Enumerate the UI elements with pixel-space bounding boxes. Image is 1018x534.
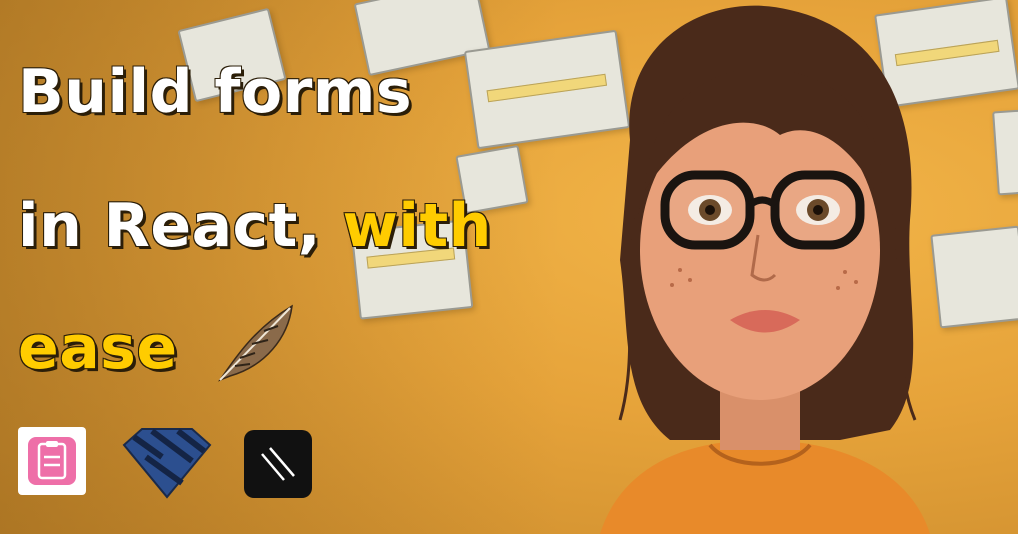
clipboard-form-logo [18,427,86,495]
feather-icon [217,304,293,382]
headline-highlight: with [341,191,492,261]
headline-line-2: in React, with [17,195,492,257]
headline-line-3-text: ease [17,313,178,383]
headline-line-2-prefix: in React, [17,191,322,261]
blue-diamond-shield-logo [122,428,212,499]
girl-with-glasses-illustration [600,5,930,534]
headline-line-3: ease [17,317,178,379]
thumbnail-banner: Build forms in React, with ease [0,0,1018,534]
clipboard-icon [28,437,76,485]
headline-line-1: Build forms [17,57,413,127]
slash-icon [261,447,295,481]
black-slash-logo [244,430,312,498]
